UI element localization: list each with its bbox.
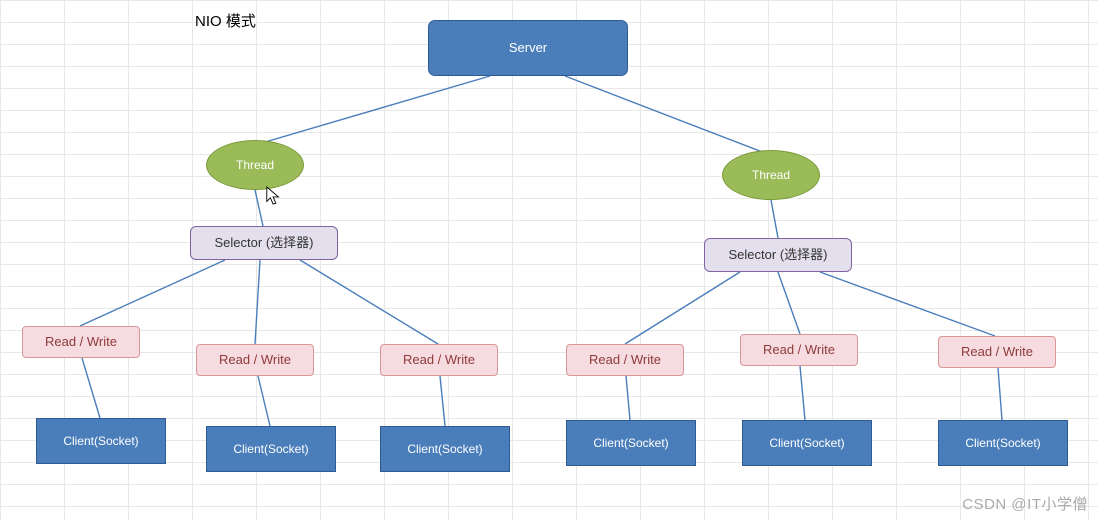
readwrite-label: Read / Write <box>763 342 835 358</box>
readwrite-node-2: Read / Write <box>196 344 314 376</box>
diagram-title: NIO 模式 <box>195 10 256 31</box>
client-label: Client(Socket) <box>769 436 844 450</box>
server-label: Server <box>509 40 547 56</box>
client-label: Client(Socket) <box>593 436 668 450</box>
readwrite-label: Read / Write <box>961 344 1033 360</box>
thread-label: Thread <box>752 168 790 182</box>
client-node-2: Client(Socket) <box>206 426 336 472</box>
client-label: Client(Socket) <box>407 442 482 456</box>
readwrite-label: Read / Write <box>589 352 661 368</box>
readwrite-node-3: Read / Write <box>380 344 498 376</box>
watermark-text: CSDN @IT小学僧 <box>962 493 1088 514</box>
selector-node-1: Selector (选择器) <box>190 226 338 260</box>
thread-label: Thread <box>236 158 274 172</box>
client-node-3: Client(Socket) <box>380 426 510 472</box>
thread-node-1: Thread <box>206 140 304 190</box>
readwrite-label: Read / Write <box>219 352 291 368</box>
readwrite-label: Read / Write <box>403 352 475 368</box>
client-node-6: Client(Socket) <box>938 420 1068 466</box>
client-label: Client(Socket) <box>63 434 138 448</box>
selector-label: Selector (选择器) <box>215 235 314 251</box>
thread-node-2: Thread <box>722 150 820 200</box>
selector-node-2: Selector (选择器) <box>704 238 852 272</box>
client-node-5: Client(Socket) <box>742 420 872 466</box>
readwrite-node-1: Read / Write <box>22 326 140 358</box>
selector-label: Selector (选择器) <box>729 247 828 263</box>
readwrite-node-5: Read / Write <box>740 334 858 366</box>
client-node-4: Client(Socket) <box>566 420 696 466</box>
readwrite-node-6: Read / Write <box>938 336 1056 368</box>
client-label: Client(Socket) <box>965 436 1040 450</box>
client-node-1: Client(Socket) <box>36 418 166 464</box>
readwrite-node-4: Read / Write <box>566 344 684 376</box>
client-label: Client(Socket) <box>233 442 308 456</box>
server-node: Server <box>428 20 628 76</box>
readwrite-label: Read / Write <box>45 334 117 350</box>
